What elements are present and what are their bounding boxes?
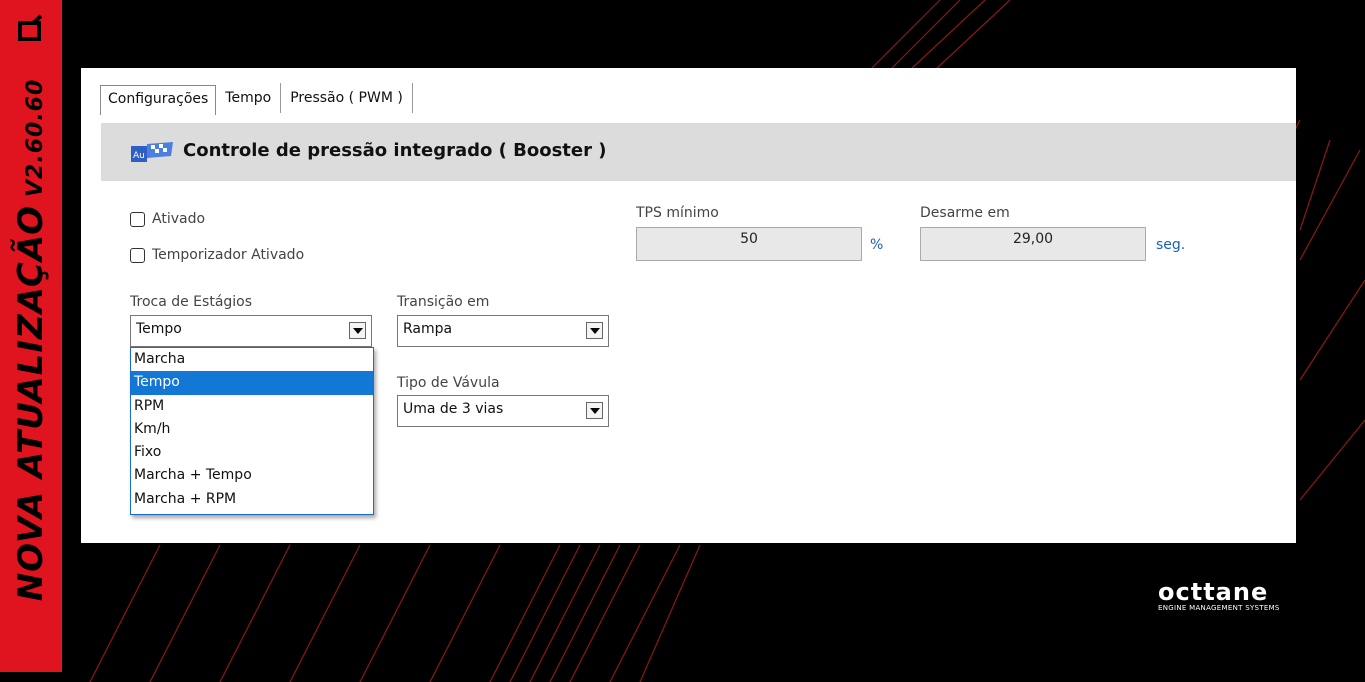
temporizador-checkbox[interactable]: Temporizador Ativado — [130, 247, 304, 263]
booster-config-panel: Configurações Tempo Pressão ( PWM ) Au C… — [81, 68, 1296, 543]
chevron-down-icon[interactable] — [349, 322, 366, 339]
troca-label: Troca de Estágios — [130, 294, 253, 310]
tps-unit: % — [870, 237, 884, 253]
checkbox-box[interactable] — [130, 247, 145, 263]
dropdown-option-tempo[interactable]: Tempo — [131, 371, 373, 395]
transicao-value: Rampa — [403, 321, 453, 337]
desarme-label: Desarme em — [920, 205, 1010, 221]
desarme-unit: seg. — [1156, 237, 1186, 253]
dropdown-option-rpm[interactable]: RPM — [131, 395, 373, 418]
chevron-down-icon[interactable] — [586, 402, 603, 419]
dropdown-option-fixo[interactable]: Fixo — [131, 441, 373, 464]
brand-name: octtane — [1158, 578, 1269, 606]
chevron-down-icon[interactable] — [586, 322, 603, 339]
tab-pressao-pwm[interactable]: Pressão ( PWM ) — [281, 83, 413, 113]
tab-bar: Configurações Tempo Pressão ( PWM ) — [100, 83, 413, 115]
tab-tempo[interactable]: Tempo — [216, 83, 282, 113]
valvula-select[interactable]: Uma de 3 vias — [397, 395, 609, 427]
ativado-checkbox[interactable]: Ativado — [130, 211, 205, 227]
octtane-logo-icon — [18, 14, 43, 41]
temporizador-label: Temporizador Ativado — [152, 247, 305, 263]
tab-configuracoes[interactable]: Configurações — [100, 85, 217, 115]
desarme-field[interactable]: 29,00 — [920, 227, 1146, 261]
brand-logo: octtane ENGINE MANAGEMENT SYSTEMS — [1158, 578, 1280, 612]
section-header: Au Controle de pressão integrado ( Boost… — [101, 123, 1296, 181]
transicao-select[interactable]: Rampa — [397, 315, 609, 347]
version-label: V2.60.60 — [23, 78, 48, 197]
ativado-label: Ativado — [152, 211, 206, 227]
tps-field[interactable]: 50 — [636, 227, 862, 261]
update-title: NOVA ATUALIZAÇÃO — [11, 204, 51, 602]
troca-dropdown-list[interactable]: Marcha Tempo RPM Km/h Fixo Marcha + Temp… — [130, 347, 374, 515]
brand-tagline: ENGINE MANAGEMENT SYSTEMS — [1158, 604, 1280, 612]
dropdown-option-marcha[interactable]: Marcha — [131, 348, 373, 371]
booster-flag-icon: Au — [131, 142, 173, 162]
dropdown-option-marcha-tempo[interactable]: Marcha + Tempo — [131, 464, 373, 487]
dropdown-option-marcha-rpm[interactable]: Marcha + RPM — [131, 488, 373, 511]
tps-label: TPS mínimo — [636, 205, 719, 221]
valvula-label: Tipo de Vávula — [397, 375, 500, 391]
page-title: Controle de pressão integrado ( Booster … — [183, 140, 607, 161]
checkbox-box[interactable] — [130, 211, 145, 227]
sidebar-banner: NOVA ATUALIZAÇÃO V2.60.60 — [0, 0, 62, 672]
transicao-label: Transição em — [397, 294, 490, 310]
troca-select[interactable]: Tempo — [130, 315, 372, 347]
valvula-value: Uma de 3 vias — [403, 401, 504, 417]
dropdown-option-kmh[interactable]: Km/h — [131, 418, 373, 441]
svg-text:Au: Au — [133, 151, 145, 161]
troca-value: Tempo — [136, 321, 182, 337]
update-banner-text: NOVA ATUALIZAÇÃO V2.60.60 — [11, 79, 51, 602]
